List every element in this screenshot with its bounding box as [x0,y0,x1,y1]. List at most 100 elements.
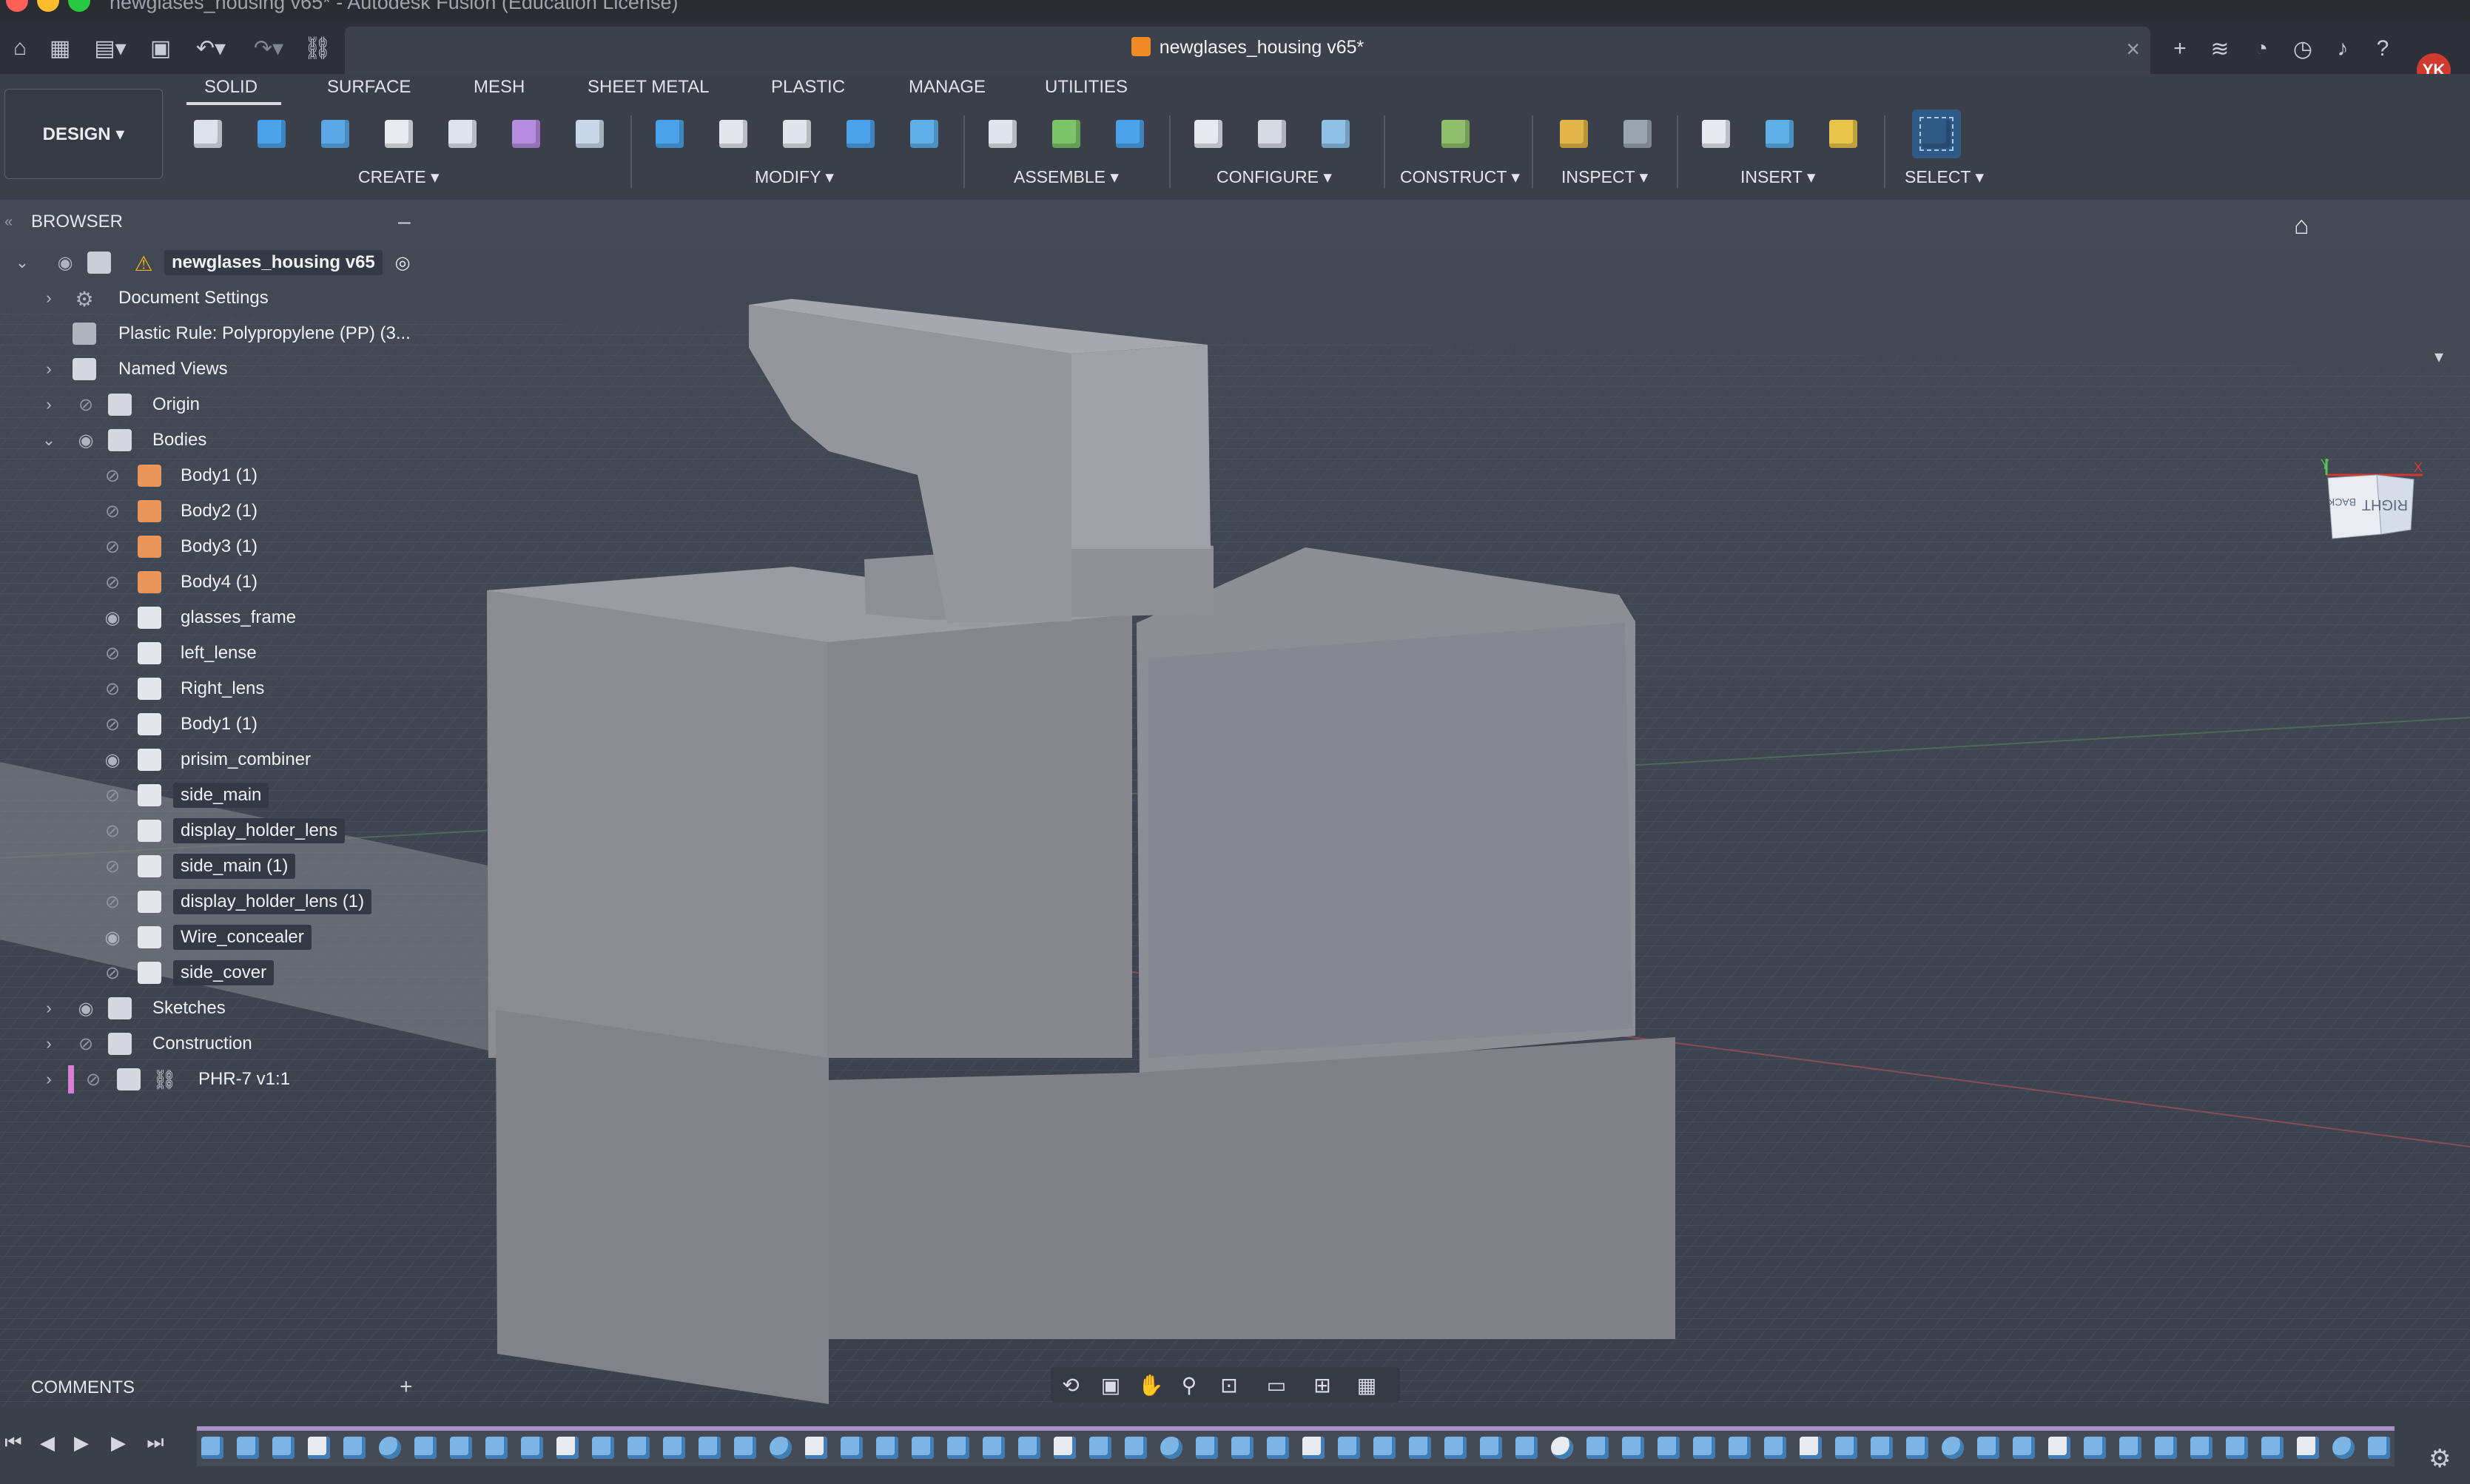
timeline-feature-icon[interactable] [1622,1437,1644,1459]
tab-mesh[interactable]: MESH [474,77,525,98]
timeline-feature-icon[interactable] [734,1437,756,1459]
add-comment-button[interactable]: + [400,1375,413,1400]
timeline-feature-icon[interactable] [627,1437,650,1459]
display-settings-icon[interactable]: ▭ [1259,1372,1293,1398]
browser-root[interactable]: ⌄ ◉ ⚠ newglases_housing v65 ◎ [0,246,428,280]
as-built-joint-icon[interactable] [1106,109,1154,158]
insert-derive-icon[interactable] [1692,109,1740,158]
timeline-feature-icon[interactable] [770,1437,792,1459]
body-row[interactable]: ◉ glasses_frame [0,601,428,635]
interference-icon[interactable] [1613,109,1662,158]
chevron-right-icon[interactable]: › [41,999,56,1018]
go-to-start-icon[interactable]: ⏮ [0,1428,27,1457]
measure-icon[interactable] [1549,109,1598,158]
eye-hidden-icon[interactable]: ⊘ [81,1069,105,1090]
redo-icon[interactable]: ↷▾ [244,31,293,65]
insert-mesh-icon[interactable] [1819,109,1868,158]
timeline-feature-icon[interactable] [1480,1437,1502,1459]
timeline-feature-icon[interactable] [308,1437,330,1459]
timeline-feature-icon[interactable] [1018,1437,1040,1459]
workspace-switcher-button[interactable]: DESIGN ▾ [4,89,163,179]
job-status-icon[interactable]: ◔ [2245,33,2278,65]
shell-icon[interactable] [773,109,821,158]
body-row[interactable]: ⊘ Right_lens [0,672,428,706]
create-group-label[interactable]: CREATE ▾ [358,167,440,187]
eye-hidden-icon[interactable]: ⊘ [101,678,124,700]
timeline-feature-icon[interactable] [237,1437,259,1459]
eye-hidden-icon[interactable]: ⊘ [101,536,124,558]
timeline-feature-icon[interactable] [1160,1437,1182,1459]
look-at-icon[interactable]: ▣ [1094,1372,1128,1398]
chevron-right-icon[interactable]: › [41,1034,56,1053]
collapse-panel-icon[interactable]: « [4,214,13,231]
go-to-end-icon[interactable]: ⏭ [142,1428,169,1457]
timeline-feature-icon[interactable] [379,1437,401,1459]
eye-hidden-icon[interactable]: ⊘ [74,1033,98,1055]
grid-settings-icon[interactable]: ⊞ [1305,1372,1339,1398]
body-row[interactable]: ⊘ left_lense [0,636,428,670]
pattern-icon[interactable] [438,109,487,158]
timeline-feature-icon[interactable] [699,1437,721,1459]
eye-hidden-icon[interactable]: ⊘ [101,856,124,877]
view-cube[interactable]: Y X RIGHT BACK [2319,453,2426,546]
notifications-bell-icon[interactable]: ♪ [2326,33,2359,65]
timeline-feature-icon[interactable] [343,1437,366,1459]
browser-item-construction[interactable]: › ⊘ Construction [0,1027,428,1061]
joint-icon[interactable] [1042,109,1091,158]
configure-rules-icon[interactable] [1311,109,1360,158]
timeline-feature-icon[interactable] [2084,1437,2106,1459]
timeline-feature-icon[interactable] [1231,1437,1253,1459]
timeline-feature-icon[interactable] [2226,1437,2248,1459]
timeline-feature-icon[interactable] [1729,1437,1751,1459]
eye-hidden-icon[interactable]: ⊘ [101,820,124,842]
combine-icon[interactable] [836,109,885,158]
revolve-icon[interactable] [311,109,360,158]
close-window-icon[interactable] [6,0,28,12]
timeline-feature-icon[interactable] [2332,1437,2355,1459]
timeline-feature-icon[interactable] [876,1437,898,1459]
extrude-icon[interactable] [247,109,296,158]
body-row[interactable]: ⊘ side_main [0,778,428,812]
zoom-window-icon[interactable] [68,0,90,12]
timeline-feature-icon[interactable] [1054,1437,1076,1459]
data-panel-grid-icon[interactable]: ▦ [43,31,77,65]
body-row[interactable]: ◉ prisim_combiner [0,743,428,777]
timeline-feature-icon[interactable] [1800,1437,1822,1459]
timeline-feature-icon[interactable] [1267,1437,1289,1459]
derive-icon[interactable] [565,109,614,158]
timeline-feature-icon[interactable] [521,1437,543,1459]
eye-visible-icon[interactable]: ◉ [74,998,98,1019]
tab-manage[interactable]: MANAGE [909,77,986,98]
body-row[interactable]: ⊘ Body1 (1) [0,459,428,493]
pan-hand-icon[interactable]: ✋ [1134,1372,1168,1398]
modify-group-label[interactable]: MODIFY ▾ [755,167,834,187]
timeline-feature-icon[interactable] [450,1437,472,1459]
eye-hidden-icon[interactable]: ⊘ [101,465,124,487]
timeline-feature-icon[interactable] [1089,1437,1111,1459]
timeline-feature-icon[interactable] [805,1437,827,1459]
chevron-right-icon[interactable]: › [41,289,56,308]
timeline-feature-icon[interactable] [2013,1437,2035,1459]
timeline-settings-gear-icon[interactable]: ⚙ [2429,1444,2451,1474]
timeline-feature-icon[interactable] [2119,1437,2141,1459]
timeline-feature-icon[interactable] [2261,1437,2284,1459]
timeline-feature-icon[interactable] [2368,1437,2390,1459]
timeline-feature-icon[interactable] [2190,1437,2212,1459]
document-tab[interactable]: newglases_housing v65* × [345,27,2150,74]
configure-component-icon[interactable] [1184,109,1233,158]
step-forward-icon[interactable]: ▶ [105,1428,132,1457]
browser-item-document-settings[interactable]: › ⚙ Document Settings [0,281,428,315]
viewports-icon[interactable]: ▦ [1350,1372,1384,1398]
body-row[interactable]: ⊘ Body2 (1) [0,494,428,528]
timeline-feature-icon[interactable] [1764,1437,1786,1459]
browser-item-phr7[interactable]: › ⊘ ⛓ PHR-7 v1:1 [0,1062,428,1096]
eye-hidden-icon[interactable]: ⊘ [101,891,124,913]
help-icon[interactable]: ? [2366,33,2399,65]
extensions-icon[interactable]: ≋ [2204,33,2236,65]
body-row[interactable]: ⊘ Body4 (1) [0,565,428,599]
body-row[interactable]: ◉ Wire_concealer [0,920,428,954]
file-menu-icon[interactable]: ▤▾ [86,31,135,65]
eye-hidden-icon[interactable]: ⊘ [101,714,124,735]
timeline-feature-icon[interactable] [841,1437,863,1459]
timeline-feature-icon[interactable] [201,1437,223,1459]
